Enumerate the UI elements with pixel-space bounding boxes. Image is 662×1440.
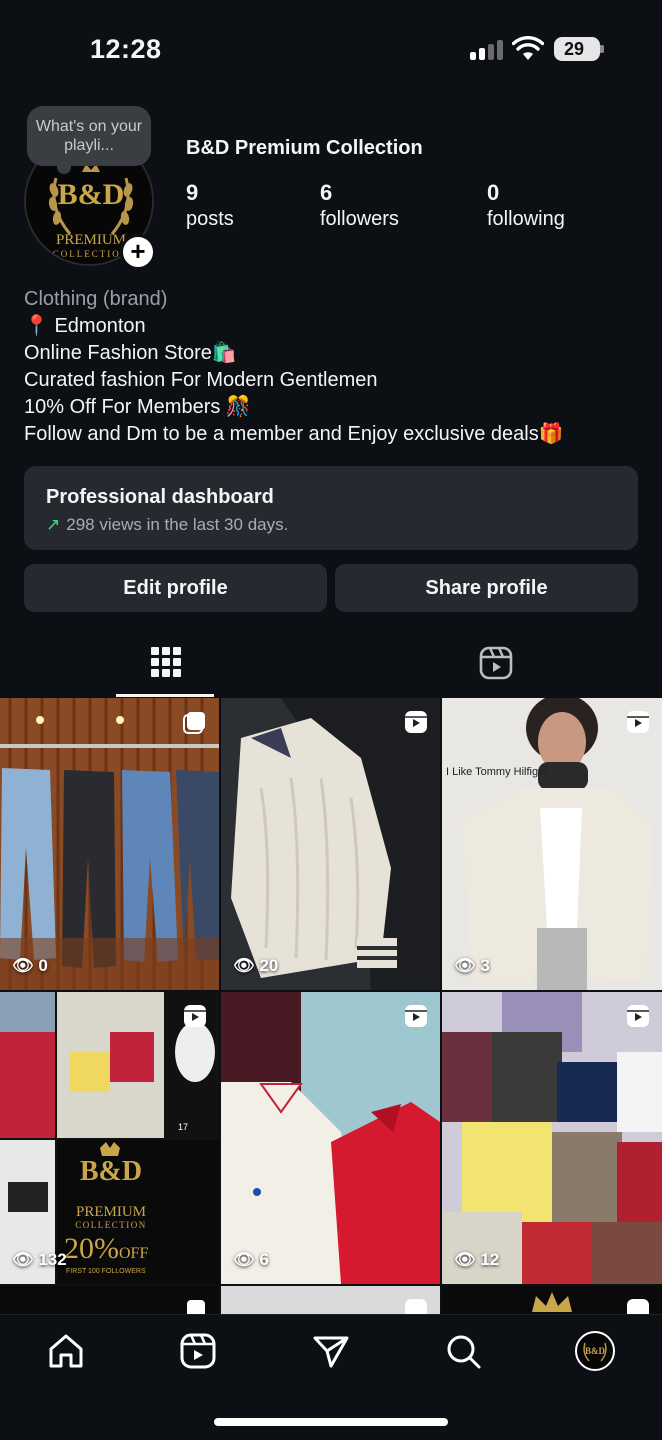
reel-badge-icon [627, 711, 649, 733]
stat-number: 0 [487, 180, 500, 205]
reel-badge-icon [405, 1299, 427, 1314]
post-grid: 👁 0 👁 20 I Like Tommy Hilfiger 👁 3 B&D P… [0, 698, 662, 1314]
grid-post-8[interactable] [221, 1286, 440, 1314]
reels-nav-icon[interactable] [178, 1331, 218, 1371]
profile-name: B&D Premium Collection [186, 137, 423, 159]
grid-post-1[interactable]: 👁 0 [0, 698, 219, 990]
reel-badge-icon [184, 1005, 206, 1027]
status-time: 12:28 [90, 34, 162, 64]
view-count: 👁 20 [233, 956, 279, 975]
wifi-icon [512, 36, 544, 60]
brand-logo-small: B&D [583, 1342, 607, 1362]
stat-label: following [487, 208, 565, 230]
stat-number: 6 [320, 180, 333, 205]
svg-text:B&D: B&D [585, 1346, 606, 1356]
view-count: 👁 3 [454, 956, 490, 975]
battery-icon: 29 [554, 37, 600, 61]
grid-post-5[interactable]: 👁 6 [221, 992, 440, 1284]
home-indicator [214, 1418, 448, 1426]
messages-icon[interactable] [311, 1331, 351, 1371]
post-image-jacket [442, 698, 662, 990]
post-image-jeans [0, 698, 219, 990]
post-image-polos [221, 992, 440, 1284]
bio-category[interactable]: Clothing (brand) [24, 286, 564, 313]
profile-nav-avatar[interactable]: B&D [575, 1331, 615, 1371]
dashboard-subtitle: ↗ 298 views in the last 30 days. [46, 515, 616, 535]
reel-badge-icon [405, 1005, 427, 1027]
stat-label: followers [320, 208, 399, 230]
home-icon[interactable] [46, 1331, 86, 1371]
stat-posts[interactable]: 9 posts [186, 180, 234, 231]
grid-post-4[interactable]: B&D PREMIUM COLLECTION 20%OFF FIRST 100 … [0, 992, 219, 1284]
reel-badge-icon [627, 1005, 649, 1027]
grid-post-6[interactable]: 👁 12 [442, 992, 662, 1284]
bio-line: 10% Off For Members 🎊 [24, 396, 251, 418]
carousel-icon [183, 712, 205, 734]
trend-up-icon: ↗ [46, 515, 61, 534]
edit-profile-button[interactable]: Edit profile [24, 564, 327, 612]
stat-label: posts [186, 208, 234, 230]
stat-following[interactable]: 0 following [487, 180, 565, 231]
bio-line: Follow and Dm to be a member and Enjoy e… [24, 423, 564, 445]
status-bar: 12:28 29 [0, 0, 662, 100]
grid-icon [151, 647, 181, 677]
add-story-button[interactable]: + [120, 234, 156, 270]
grid-post-3[interactable]: I Like Tommy Hilfiger 👁 3 [442, 698, 662, 990]
view-count: 👁 132 [12, 1250, 67, 1269]
battery-cap [600, 45, 604, 53]
promo-fine-print: FIRST 100 FOLLOWERS [66, 1268, 146, 1275]
profile-tabs [0, 630, 662, 697]
stat-followers[interactable]: 6 followers [320, 180, 399, 231]
post-caption: I Like Tommy Hilfiger [446, 766, 548, 778]
note-bubble[interactable]: What's on your playli... [27, 106, 151, 174]
view-count: 👁 0 [12, 956, 48, 975]
promo-logo: B&D [79, 1156, 143, 1187]
reel-badge-icon [405, 711, 427, 733]
view-count: 👁 6 [233, 1250, 269, 1269]
stat-number: 9 [186, 180, 199, 205]
professional-dashboard[interactable]: Professional dashboard ↗ 298 views in the… [24, 466, 638, 550]
grid-post-7[interactable] [0, 1286, 219, 1314]
promo-line2: COLLECTION [75, 1220, 147, 1230]
signal-icon [470, 40, 504, 60]
view-count: 👁 12 [454, 1250, 500, 1269]
dashboard-subtitle-text: 298 views in the last 30 days. [66, 515, 289, 534]
bio-line: 📍 Edmonton [24, 315, 146, 337]
bio-line: Online Fashion Store🛍️ [24, 342, 237, 364]
grid-post-9[interactable] [442, 1286, 662, 1314]
search-icon[interactable] [443, 1331, 483, 1371]
grid-post-2[interactable]: 👁 20 [221, 698, 440, 990]
carousel-icon [187, 1300, 205, 1314]
tab-grid[interactable] [0, 630, 331, 696]
reels-icon [479, 646, 513, 680]
promo-line1: PREMIUM [75, 1204, 146, 1220]
post-image-shirts [442, 992, 662, 1284]
battery-level: 29 [563, 39, 585, 59]
promo-offer: 20%OFF [64, 1232, 149, 1265]
avatar-logo-text: B&D [57, 178, 125, 211]
active-tab-indicator [116, 694, 214, 697]
tab-reels[interactable] [331, 630, 662, 696]
reel-badge-icon [627, 1299, 649, 1314]
bio-line: Curated fashion For Modern Gentlemen [24, 369, 378, 391]
dashboard-title: Professional dashboard [46, 486, 274, 508]
profile-bio: Clothing (brand) 📍 Edmonton Online Fashi… [24, 286, 564, 448]
share-profile-button[interactable]: Share profile [335, 564, 638, 612]
post-image-sweater [221, 698, 440, 990]
small-view-count: 17 [178, 1122, 189, 1132]
